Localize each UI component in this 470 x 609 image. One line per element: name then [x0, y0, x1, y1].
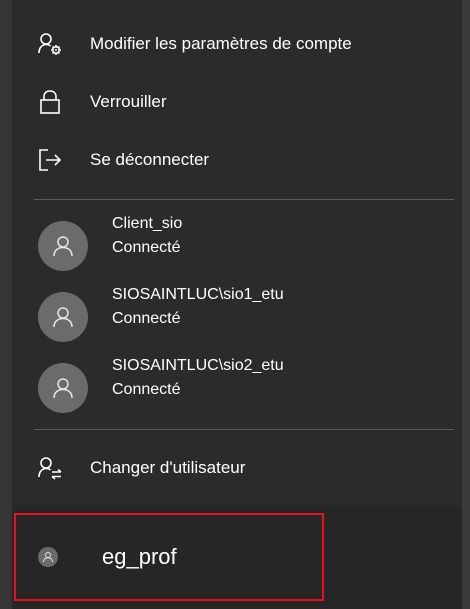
switch-user-item[interactable]: Changer d'utilisateur — [12, 440, 462, 496]
account-menu: Modifier les paramètres de compte Verrou… — [12, 0, 462, 506]
sign-out-label: Se déconnecter — [90, 150, 210, 169]
user-row-client-sio[interactable]: Client_sio Connecté — [12, 209, 462, 279]
right-edge — [462, 0, 470, 609]
lock-icon — [36, 88, 64, 116]
lock-item[interactable]: Verrouiller — [12, 74, 462, 130]
current-user-name: eg_prof — [102, 544, 177, 569]
person-settings-icon — [36, 30, 64, 58]
user-row-sio2-etu[interactable]: SIOSAINTLUC\sio2_etu Connecté — [12, 351, 462, 421]
divider-bottom — [34, 429, 454, 430]
divider-top — [34, 199, 454, 200]
change-account-settings-label: Modifier les paramètres de compte — [90, 34, 352, 53]
user-avatar-icon — [38, 221, 88, 271]
user-status: Connecté — [112, 310, 181, 327]
sign-out-item[interactable]: Se déconnecter — [12, 132, 462, 188]
user-avatar-icon — [38, 547, 58, 567]
user-status: Connecté — [112, 239, 181, 256]
left-edge — [0, 0, 12, 609]
switch-user-label: Changer d'utilisateur — [90, 458, 246, 477]
user-name: SIOSAINTLUC\sio2_etu — [112, 357, 284, 374]
switch-user-icon — [36, 454, 64, 482]
sign-out-icon — [36, 146, 64, 174]
lock-label: Verrouiller — [90, 92, 167, 111]
change-account-settings-item[interactable]: Modifier les paramètres de compte — [12, 16, 462, 72]
user-row-sio1-etu[interactable]: SIOSAINTLUC\sio1_etu Connecté — [12, 280, 462, 350]
user-status: Connecté — [112, 381, 181, 398]
user-name: SIOSAINTLUC\sio1_etu — [112, 286, 284, 303]
account-menu-window: Modifier les paramètres de compte Verrou… — [0, 0, 470, 609]
user-name: Client_sio — [112, 215, 183, 232]
current-user-button[interactable]: eg_prof — [14, 513, 324, 601]
user-avatar-icon — [38, 363, 88, 413]
user-avatar-icon — [38, 292, 88, 342]
